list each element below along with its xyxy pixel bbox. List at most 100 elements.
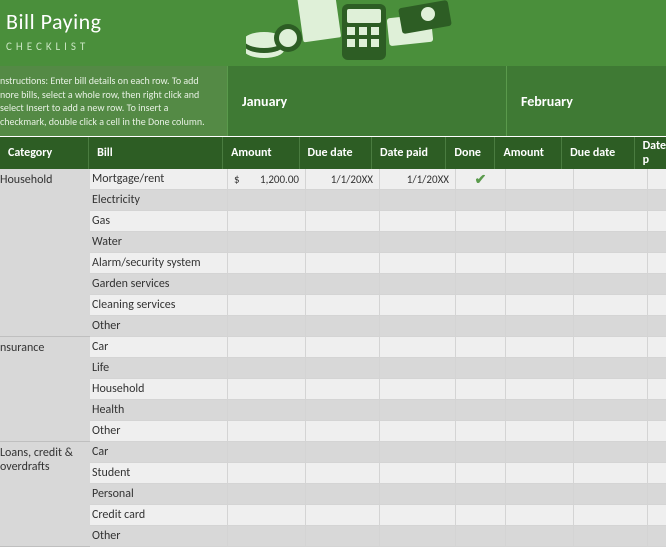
data-cell[interactable] <box>456 295 505 316</box>
bill-label[interactable]: Car <box>90 337 227 358</box>
data-cell[interactable] <box>306 505 379 526</box>
data-cell[interactable] <box>380 190 455 211</box>
data-cell[interactable] <box>228 253 305 274</box>
data-cell[interactable] <box>380 316 455 337</box>
data-cell[interactable] <box>574 316 647 337</box>
data-cell[interactable] <box>306 232 379 253</box>
data-cell[interactable]: 1/1/20XX <box>380 169 455 190</box>
bill-label[interactable]: Other <box>90 421 227 442</box>
data-cell[interactable] <box>228 274 305 295</box>
data-cell[interactable] <box>380 442 455 463</box>
data-cell[interactable] <box>648 274 666 295</box>
data-cell[interactable] <box>380 253 455 274</box>
bill-label[interactable]: Health <box>90 400 227 421</box>
data-cell[interactable] <box>306 337 379 358</box>
data-cell[interactable] <box>648 421 666 442</box>
data-cell[interactable] <box>456 190 505 211</box>
bill-label[interactable]: Student <box>90 463 227 484</box>
data-cell[interactable] <box>506 295 573 316</box>
data-cell[interactable] <box>648 400 666 421</box>
data-cell[interactable]: $1,200.00 <box>228 169 305 190</box>
data-cell[interactable] <box>574 358 647 379</box>
data-cell[interactable] <box>306 484 379 505</box>
bill-label[interactable]: Credit card <box>90 505 227 526</box>
data-cell[interactable] <box>648 190 666 211</box>
data-cell[interactable] <box>456 379 505 400</box>
data-cell[interactable] <box>306 400 379 421</box>
bill-label[interactable]: Other <box>90 526 227 547</box>
bill-label[interactable]: Gas <box>90 211 227 232</box>
data-cell[interactable] <box>380 337 455 358</box>
data-cell[interactable] <box>306 190 379 211</box>
data-cell[interactable] <box>306 274 379 295</box>
data-cell[interactable] <box>456 421 505 442</box>
data-cell[interactable] <box>574 484 647 505</box>
data-cell[interactable] <box>574 295 647 316</box>
data-cell[interactable] <box>380 232 455 253</box>
data-cell[interactable] <box>456 211 505 232</box>
data-cell[interactable] <box>648 358 666 379</box>
data-cell[interactable] <box>648 505 666 526</box>
data-cell[interactable] <box>306 421 379 442</box>
data-cell[interactable] <box>574 274 647 295</box>
data-cell[interactable] <box>574 379 647 400</box>
data-cell[interactable] <box>228 463 305 484</box>
bill-label[interactable]: Alarm/security system <box>90 253 227 274</box>
data-cell[interactable] <box>506 463 573 484</box>
data-cell[interactable] <box>648 232 666 253</box>
data-cell[interactable] <box>456 463 505 484</box>
data-cell[interactable] <box>306 379 379 400</box>
data-cell[interactable] <box>506 421 573 442</box>
data-cell[interactable] <box>648 211 666 232</box>
bill-label[interactable]: Personal <box>90 484 227 505</box>
data-cell[interactable] <box>574 337 647 358</box>
data-cell[interactable] <box>506 358 573 379</box>
data-cell[interactable] <box>574 211 647 232</box>
data-cell[interactable] <box>380 484 455 505</box>
data-cell[interactable] <box>648 295 666 316</box>
data-cell[interactable]: 1/1/20XX <box>306 169 379 190</box>
data-cell[interactable] <box>506 379 573 400</box>
data-cell[interactable] <box>456 526 505 547</box>
data-cell[interactable] <box>306 295 379 316</box>
data-cell[interactable] <box>228 484 305 505</box>
data-cell[interactable] <box>574 400 647 421</box>
data-cell[interactable] <box>506 337 573 358</box>
data-cell[interactable] <box>574 463 647 484</box>
data-cell[interactable] <box>506 505 573 526</box>
data-cell[interactable] <box>456 358 505 379</box>
data-cell[interactable] <box>506 400 573 421</box>
data-cell[interactable] <box>306 442 379 463</box>
data-cell[interactable] <box>574 526 647 547</box>
bill-label[interactable]: Other <box>90 316 227 337</box>
data-cell[interactable] <box>306 253 379 274</box>
data-cell[interactable] <box>380 379 455 400</box>
data-cell[interactable] <box>574 421 647 442</box>
data-cell[interactable] <box>380 421 455 442</box>
data-cell[interactable] <box>456 274 505 295</box>
data-cell[interactable] <box>648 337 666 358</box>
data-cell[interactable] <box>648 169 666 190</box>
data-cell[interactable] <box>506 211 573 232</box>
data-cell[interactable] <box>456 337 505 358</box>
data-cell[interactable] <box>228 358 305 379</box>
data-cell[interactable] <box>506 484 573 505</box>
data-cell[interactable] <box>228 400 305 421</box>
data-cell[interactable] <box>648 484 666 505</box>
data-cell[interactable] <box>574 232 647 253</box>
data-cell[interactable] <box>380 358 455 379</box>
data-cell[interactable] <box>506 316 573 337</box>
data-cell[interactable] <box>380 295 455 316</box>
data-cell[interactable] <box>456 316 505 337</box>
data-cell[interactable] <box>456 484 505 505</box>
data-cell[interactable] <box>648 379 666 400</box>
data-cell[interactable] <box>574 505 647 526</box>
data-cell[interactable] <box>456 400 505 421</box>
data-cell[interactable] <box>648 253 666 274</box>
data-cell[interactable]: ✔ <box>456 169 505 190</box>
data-cell[interactable] <box>380 526 455 547</box>
data-cell[interactable] <box>648 316 666 337</box>
data-cell[interactable] <box>228 526 305 547</box>
data-cell[interactable] <box>506 169 573 190</box>
data-cell[interactable] <box>506 190 573 211</box>
